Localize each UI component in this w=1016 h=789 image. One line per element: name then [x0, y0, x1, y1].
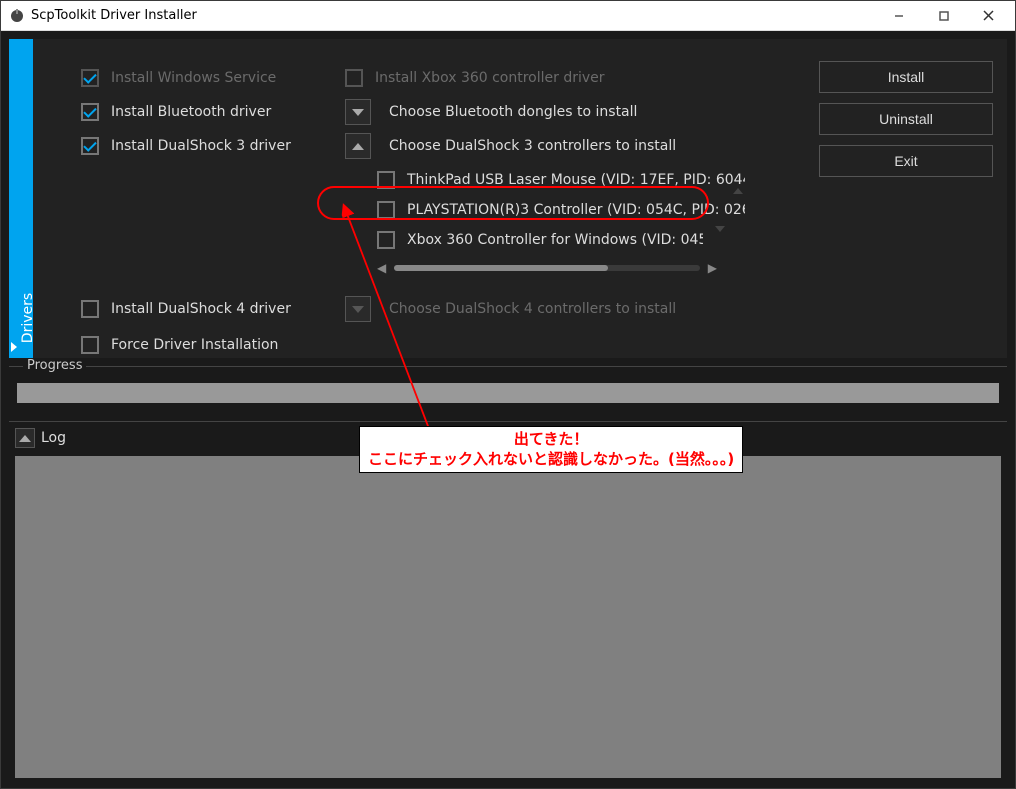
force-driver-label: Force Driver Installation: [111, 337, 278, 353]
app-icon: [9, 8, 25, 24]
chevron-up-icon: [19, 435, 31, 442]
progress-bar: [17, 383, 999, 403]
annotation-callout: 出てきた！ ここにチェック入れないと認識しなかった。(当然。。。): [359, 426, 743, 473]
device-item-ps3[interactable]: PLAYSTATION(R)3 Controller (VID: 054C, P…: [377, 195, 745, 225]
ds3-dropdown-row: Choose DualShock 3 controllers to instal…: [345, 129, 745, 163]
annotation-line1: 出てきた！: [368, 429, 734, 449]
log-collapse-toggle[interactable]: [15, 428, 35, 448]
minimize-button[interactable]: [876, 1, 921, 30]
progress-panel: Progress: [9, 366, 1007, 413]
app-window: ScpToolkit Driver Installer Drivers In: [0, 0, 1016, 789]
maximize-button[interactable]: [921, 1, 966, 30]
install-ds3-label: Install DualShock 3 driver: [111, 138, 291, 154]
chevron-down-icon: [352, 109, 364, 116]
drivers-tab[interactable]: Drivers: [9, 39, 33, 358]
expand-icon: [11, 342, 17, 352]
action-buttons: Install Uninstall Exit: [819, 61, 993, 177]
device-label-ps3: PLAYSTATION(R)3 Controller (VID: 054C, P…: [407, 202, 745, 218]
install-windows-service-label: Install Windows Service: [111, 70, 276, 86]
bluetooth-dropdown-toggle[interactable]: [345, 99, 371, 125]
ds3-dropdown-label: Choose DualShock 3 controllers to instal…: [389, 138, 676, 154]
install-button[interactable]: Install: [819, 61, 993, 93]
ds3-device-list: ThinkPad USB Laser Mouse (VID: 17EF, PID…: [377, 165, 745, 255]
ds3-dropdown-toggle[interactable]: [345, 133, 371, 159]
device-list-hscroll[interactable]: ◀ ▶: [377, 261, 717, 275]
ds4-dropdown-row: Choose DualShock 4 controllers to instal…: [345, 292, 745, 326]
titlebar: ScpToolkit Driver Installer: [1, 1, 1015, 31]
drivers-panel: Drivers Install Windows Service Install …: [9, 39, 1007, 358]
exit-button[interactable]: Exit: [819, 145, 993, 177]
install-xbox360-checkbox[interactable]: [345, 69, 363, 87]
device-checkbox-xbox360[interactable]: [377, 231, 395, 249]
log-label: Log: [41, 430, 66, 446]
client-area: Drivers Install Windows Service Install …: [1, 31, 1015, 788]
install-ds4-label: Install DualShock 4 driver: [111, 301, 291, 317]
annotation-line2: ここにチェック入れないと認識しなかった。(当然。。。): [368, 449, 734, 469]
xbox360-row: Install Xbox 360 controller driver: [345, 61, 745, 95]
install-bluetooth-checkbox[interactable]: [81, 103, 99, 121]
install-ds3-checkbox[interactable]: [81, 137, 99, 155]
log-textarea[interactable]: [15, 456, 1001, 778]
force-driver-checkbox[interactable]: [81, 336, 99, 354]
left-checkboxes: Install Windows Service Install Bluetoot…: [81, 61, 291, 163]
log-panel: Log: [9, 421, 1007, 778]
install-xbox360-label: Install Xbox 360 controller driver: [375, 70, 605, 86]
device-item-xbox360[interactable]: Xbox 360 Controller for Windows (VID: 04…: [377, 225, 727, 255]
bluetooth-dropdown-label: Choose Bluetooth dongles to install: [389, 104, 637, 120]
drivers-body: Install Windows Service Install Bluetoot…: [33, 39, 1007, 358]
device-item-thinkpad[interactable]: ThinkPad USB Laser Mouse (VID: 17EF, PID…: [377, 165, 745, 195]
ds4-dropdown-label: Choose DualShock 4 controllers to instal…: [389, 301, 676, 317]
progress-label: Progress: [23, 358, 86, 373]
scroll-right-icon[interactable]: ▶: [708, 261, 717, 275]
close-button[interactable]: [966, 1, 1011, 30]
chevron-up-icon: [352, 143, 364, 150]
bluetooth-dropdown-row: Choose Bluetooth dongles to install: [345, 95, 745, 129]
hscroll-track[interactable]: [394, 265, 700, 271]
device-checkbox-ps3[interactable]: [377, 201, 395, 219]
device-label-xbox360: Xbox 360 Controller for Windows (VID: 04…: [407, 232, 703, 248]
scroll-up-icon: [733, 172, 743, 188]
window-title: ScpToolkit Driver Installer: [31, 8, 876, 23]
install-ds4-checkbox[interactable]: [81, 300, 99, 318]
ds4-dropdown-toggle[interactable]: [345, 296, 371, 322]
uninstall-button[interactable]: Uninstall: [819, 103, 993, 135]
hscroll-thumb[interactable]: [394, 265, 608, 271]
scroll-down-icon: [715, 232, 725, 248]
chevron-down-icon: [352, 306, 364, 313]
right-column: Install Xbox 360 controller driver Choos…: [345, 61, 745, 275]
install-windows-service-checkbox[interactable]: [81, 69, 99, 87]
device-checkbox-thinkpad[interactable]: [377, 171, 395, 189]
force-driver-row: Force Driver Installation: [81, 328, 278, 362]
device-label-thinkpad: ThinkPad USB Laser Mouse (VID: 17EF, PID…: [407, 172, 745, 188]
install-bluetooth-label: Install Bluetooth driver: [111, 104, 271, 120]
scroll-left-icon[interactable]: ◀: [377, 261, 386, 275]
ds4-checkbox-row: Install DualShock 4 driver: [81, 292, 291, 326]
